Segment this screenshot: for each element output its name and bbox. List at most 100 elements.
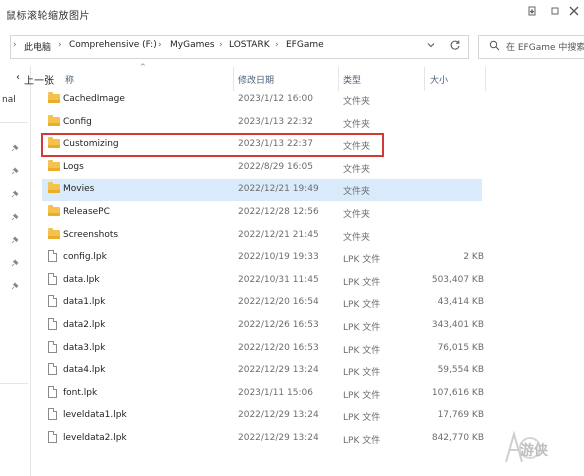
column-divider[interactable] bbox=[338, 67, 339, 91]
nav-item-partial[interactable]: nal bbox=[2, 95, 16, 105]
search-input[interactable]: 在 EFGame 中搜索 bbox=[506, 40, 584, 53]
file-icon bbox=[48, 385, 57, 398]
file-date: 2023/1/13 22:37 bbox=[238, 139, 313, 150]
file-row[interactable]: data2.lpk 2022/12/26 16:53 LPK 文件 343,401 K… bbox=[42, 315, 484, 337]
folder-row[interactable]: Movies 2022/12/21 19:49 文件夹 bbox=[42, 179, 482, 202]
pin-icon[interactable] bbox=[10, 190, 20, 200]
column-divider[interactable] bbox=[485, 67, 486, 91]
breadcrumb-efgame[interactable]: EFGame bbox=[286, 40, 324, 50]
file-icon bbox=[48, 408, 57, 421]
file-type: 文件夹 bbox=[343, 97, 371, 107]
folder-icon bbox=[48, 114, 60, 126]
back-button[interactable]: 上一张 bbox=[24, 72, 54, 87]
file-row[interactable]: data.lpk 2022/10/31 11:45 LPK 文件 503,407 KB bbox=[42, 270, 484, 292]
file-date: 2022/12/20 16:53 bbox=[238, 342, 319, 353]
file-row[interactable]: font.lpk 2023/1/11 15:06 LPK 文件 107,616 KB bbox=[42, 383, 484, 405]
file-name: Movies bbox=[63, 184, 95, 195]
pin-icon[interactable] bbox=[10, 282, 20, 292]
file-size: 503,407 KB bbox=[431, 274, 484, 285]
file-size: 2 KB bbox=[463, 252, 484, 263]
column-header-type[interactable]: 类型 bbox=[343, 73, 361, 86]
file-name: data2.lpk bbox=[63, 320, 106, 330]
breadcrumb-separator: › bbox=[58, 40, 62, 50]
file-name: data.lpk bbox=[63, 274, 100, 285]
folder-icon bbox=[48, 182, 60, 194]
file-row[interactable]: data1.lpk 2022/12/20 16:54 LPK 文件 43,414 KB bbox=[42, 292, 484, 314]
file-date: 2022/8/29 16:05 bbox=[238, 161, 313, 172]
folder-icon bbox=[48, 137, 60, 149]
file-date: 2022/12/20 16:54 bbox=[238, 297, 319, 308]
folder-row[interactable]: Logs 2022/8/29 16:05 文件夹 bbox=[42, 157, 482, 179]
breadcrumb-this-pc[interactable]: 此电脑 bbox=[24, 40, 51, 53]
file-type: LPK 文件 bbox=[343, 368, 381, 379]
file-type: 文件夹 bbox=[343, 119, 371, 130]
file-name: Logs bbox=[63, 161, 84, 172]
file-type: 文件夹 bbox=[343, 164, 371, 175]
file-date: 2022/12/29 13:24 bbox=[238, 410, 319, 421]
folder-row[interactable]: Config 2023/1/13 22:32 文件夹 bbox=[42, 112, 482, 134]
minimize-icon[interactable] bbox=[522, 4, 542, 22]
window-title: 鼠标滚轮缩放图片 bbox=[6, 11, 90, 22]
file-row[interactable]: data3.lpk 2022/12/20 16:53 LPK 文件 76,015 KB bbox=[42, 338, 484, 360]
file-icon bbox=[48, 250, 57, 263]
file-size: 59,554 KB bbox=[437, 365, 484, 376]
column-header-name[interactable]: 称 bbox=[65, 73, 74, 86]
file-icon bbox=[48, 340, 57, 353]
file-type: LPK 文件 bbox=[343, 277, 381, 288]
maximize-icon[interactable] bbox=[545, 4, 565, 22]
breadcrumb-separator: › bbox=[275, 40, 279, 50]
pin-icon[interactable] bbox=[10, 167, 20, 177]
file-name: data3.lpk bbox=[63, 342, 106, 353]
file-name: config.lpk bbox=[63, 252, 107, 263]
folder-row[interactable]: Screenshots 2022/12/21 21:45 文件夹 bbox=[42, 225, 482, 247]
breadcrumb-lostark[interactable]: LOSTARK bbox=[229, 40, 270, 50]
file-icon bbox=[48, 272, 57, 285]
file-row[interactable]: config.lpk 2022/10/19 19:33 LPK 文件 2 KB bbox=[42, 247, 484, 269]
file-name: Screenshots bbox=[63, 229, 119, 240]
column-header-size[interactable]: 大小 bbox=[430, 73, 448, 86]
nav-chevron-icon[interactable]: › bbox=[13, 40, 17, 50]
file-size: 343,401 KB bbox=[431, 320, 484, 330]
breadcrumb-separator: › bbox=[158, 40, 162, 50]
sort-up-icon: ^ bbox=[140, 63, 146, 71]
close-icon[interactable] bbox=[564, 4, 584, 22]
file-type: LPK 文件 bbox=[343, 436, 381, 446]
folder-row[interactable]: ReleasePC 2022/12/28 12:56 文件夹 bbox=[42, 202, 482, 224]
file-icon bbox=[48, 431, 57, 443]
file-size: 17,769 KB bbox=[437, 410, 484, 421]
file-name: data1.lpk bbox=[63, 297, 106, 308]
file-date: 2022/10/31 11:45 bbox=[238, 274, 319, 285]
search-icon bbox=[489, 40, 500, 54]
pin-icon[interactable] bbox=[10, 213, 20, 223]
folder-row[interactable]: Customizing 2023/1/13 22:37 文件夹 bbox=[41, 133, 384, 158]
folder-icon bbox=[48, 159, 60, 171]
file-name: Config bbox=[63, 116, 92, 127]
column-divider[interactable] bbox=[424, 67, 425, 91]
pin-icon[interactable] bbox=[10, 259, 20, 269]
folder-row[interactable]: CachedImage 2023/1/12 16:00 文件夹 bbox=[42, 89, 482, 111]
file-type: 文件夹 bbox=[343, 187, 371, 198]
breadcrumb-drive[interactable]: Comprehensive (F:) bbox=[69, 40, 157, 50]
column-header-date[interactable]: 修改日期 bbox=[238, 73, 274, 86]
file-icon bbox=[48, 295, 57, 308]
refresh-icon[interactable] bbox=[449, 39, 461, 54]
file-row[interactable]: leveldata1.lpk 2022/12/29 13:24 LPK 文件 17,7… bbox=[42, 405, 484, 427]
pin-icon[interactable] bbox=[10, 144, 20, 154]
folder-icon bbox=[48, 205, 60, 216]
file-date: 2022/12/29 13:24 bbox=[238, 433, 319, 443]
file-name: data4.lpk bbox=[63, 365, 106, 376]
file-row[interactable]: leveldata2.lpk 2022/12/29 13:24 LPK 文件 842,… bbox=[42, 428, 484, 450]
file-type: 文件夹 bbox=[343, 210, 371, 220]
chevron-down-icon[interactable] bbox=[426, 40, 436, 53]
file-date: 2023/1/13 22:32 bbox=[238, 116, 313, 127]
pin-icon[interactable] bbox=[10, 236, 20, 246]
file-type: LPK 文件 bbox=[343, 323, 381, 333]
column-divider[interactable] bbox=[233, 67, 234, 91]
file-type: LPK 文件 bbox=[343, 390, 381, 401]
file-type: 文件夹 bbox=[343, 142, 371, 153]
watermark-text: 游侠 bbox=[520, 443, 548, 459]
file-name: font.lpk bbox=[63, 387, 98, 398]
file-row[interactable]: data4.lpk 2022/12/29 13:24 LPK 文件 59,554 KB bbox=[42, 360, 484, 382]
breadcrumb-mygames[interactable]: MyGames bbox=[170, 40, 215, 50]
back-icon[interactable]: ‹ bbox=[16, 72, 20, 83]
